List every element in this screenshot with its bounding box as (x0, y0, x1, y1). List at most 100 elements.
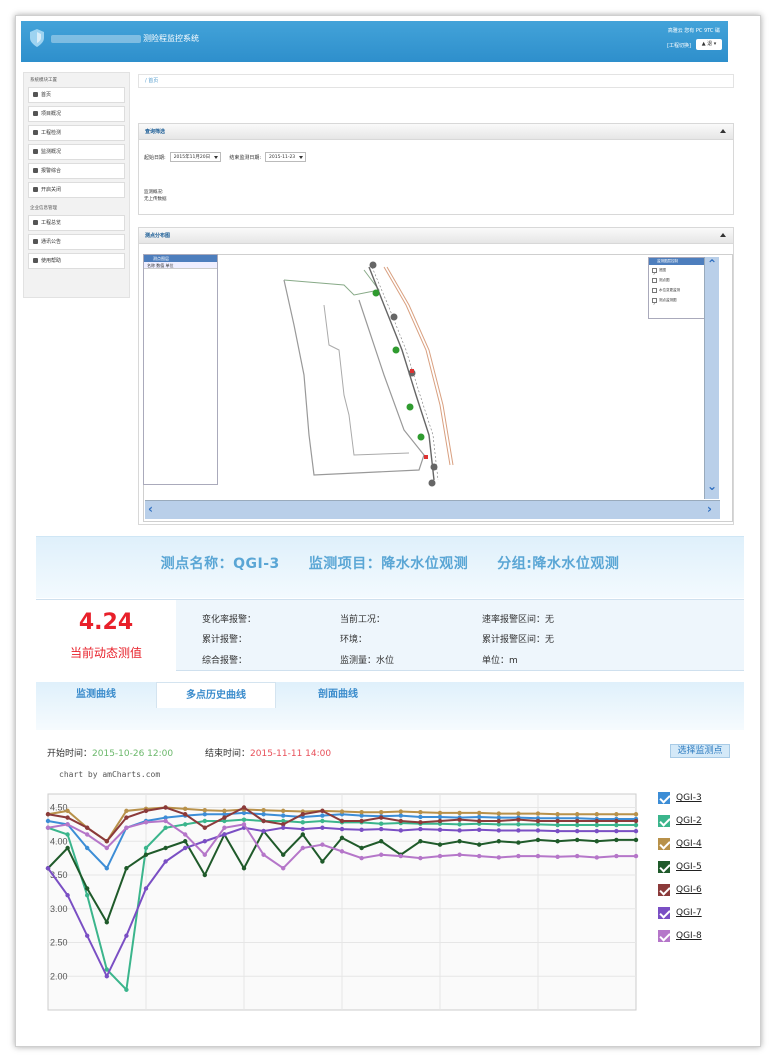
point-legend-title: 测点图层 (144, 255, 217, 262)
data-point (183, 832, 188, 837)
tab-monitor-curve[interactable]: 监测曲线 (36, 682, 156, 708)
data-point (183, 822, 188, 827)
history-line-chart[interactable]: 4.504.003.503.002.502.00 (36, 780, 652, 1024)
legend-label[interactable]: QGI-6 (676, 885, 702, 895)
layer-checkbox[interactable] (652, 287, 657, 293)
data-point (300, 812, 305, 817)
data-point (163, 825, 168, 830)
data-point (124, 987, 129, 992)
legend-item[interactable]: QGI-7 (658, 904, 738, 927)
data-point (575, 828, 580, 834)
data-point (359, 810, 364, 815)
data-point (575, 853, 580, 859)
legend-label[interactable]: QGI-5 (676, 862, 702, 872)
chart-credit[interactable]: chart by amCharts.com (59, 770, 160, 779)
sidebar-item-alarm[interactable]: 报警综合 (28, 163, 125, 179)
combined-alarm: 综合报警： (202, 656, 248, 666)
layer-checkbox[interactable]: ✓ (652, 297, 657, 306)
collapse-icon[interactable] (720, 233, 726, 237)
data-point (535, 853, 541, 859)
breadcrumb[interactable]: / 首页 (138, 74, 734, 88)
map-vertical-scrollbar[interactable]: ⌃ ⌄ (704, 257, 719, 499)
end-time: 结束时间：2015-11-11 14:00 (205, 749, 332, 759)
data-point (261, 818, 266, 824)
layer-row[interactable]: 水位变更监测 (649, 285, 704, 295)
data-point (398, 809, 403, 814)
legend-checkbox[interactable] (658, 884, 670, 896)
data-point (359, 818, 364, 824)
sidebar-item-home[interactable]: 首页 (28, 87, 125, 103)
scroll-down-icon[interactable]: ⌄ (707, 479, 717, 493)
legend-label[interactable]: QGI-4 (676, 839, 702, 849)
data-point (496, 818, 501, 824)
legend-label[interactable]: QGI-3 (676, 793, 702, 803)
site-drawing (283, 261, 454, 487)
sidebar-item-overview[interactable]: 项目概况 (28, 106, 125, 122)
data-point (398, 813, 403, 818)
scroll-left-icon[interactable]: ‹ (148, 502, 153, 516)
legend-item[interactable]: QGI-4 (658, 835, 738, 858)
layer-checkbox[interactable] (652, 277, 657, 283)
legend-checkbox[interactable] (658, 792, 670, 804)
end-date-label: 结束监测日期: (229, 155, 262, 161)
legend-checkbox[interactable] (658, 815, 670, 827)
legend-checkbox[interactable] (658, 907, 670, 919)
point-legend-columns: 名称 数值 单位 (144, 262, 217, 269)
data-point (143, 808, 149, 814)
legend-checkbox[interactable] (658, 930, 670, 942)
sidebar-item-help[interactable]: 使用帮助 (28, 253, 125, 269)
data-point (437, 853, 443, 859)
data-point (281, 866, 286, 871)
switch-project-link[interactable]: [工程切换] (667, 42, 691, 49)
select-points-button[interactable]: 选择监测点 (670, 744, 730, 758)
legend-checkbox[interactable] (658, 838, 670, 850)
sidebar-item-notice[interactable]: 通讯公告 (28, 234, 125, 250)
point-legend: 测点图层 名称 数值 单位 (143, 254, 218, 485)
data-point (398, 853, 403, 859)
end-date-select[interactable]: 2015-11-23 (265, 152, 307, 162)
user-menu-button[interactable]: ▲ 退 ▾ (696, 39, 722, 50)
legend-item[interactable]: QGI-6 (658, 881, 738, 904)
data-point (633, 818, 639, 824)
data-point (320, 842, 325, 847)
legend-item[interactable]: QGI-5 (658, 858, 738, 881)
data-point (379, 826, 384, 832)
data-point (359, 845, 364, 851)
scroll-up-icon[interactable]: ⌃ (707, 257, 717, 271)
tab-profile-curve[interactable]: 剖面曲线 (278, 682, 398, 708)
legend-label[interactable]: QGI-2 (676, 816, 702, 826)
legend-label[interactable]: QGI-7 (676, 908, 702, 918)
collapse-icon[interactable] (720, 129, 726, 133)
start-time: 开始时间：2015-10-26 12:00 (47, 749, 174, 759)
data-point (202, 839, 207, 844)
layer-row[interactable]: ✓底图 (649, 265, 704, 276)
tab-multipoint-history[interactable]: 多点历史曲线 (156, 682, 276, 708)
data-point (516, 853, 521, 859)
scroll-right-icon[interactable]: › (707, 502, 712, 516)
legend-item[interactable]: QGI-2 (658, 812, 738, 835)
data-point (594, 822, 599, 828)
data-point (516, 828, 521, 833)
layer-row[interactable]: ✓测点监测图 (649, 295, 704, 306)
legend-item[interactable]: QGI-3 (658, 789, 738, 812)
sidebar-item-projects[interactable]: 工程总览 (28, 215, 125, 231)
rate-alarm: 变化率报警： (202, 615, 257, 625)
data-point (477, 818, 482, 824)
map-canvas[interactable] (143, 254, 733, 522)
start-date-select[interactable]: 2015年11月20日 (169, 152, 222, 162)
data-point (300, 832, 305, 837)
sidebar-item-toggle[interactable]: 开启关闭 (28, 182, 125, 198)
legend-label[interactable]: QGI-8 (676, 931, 702, 941)
sidebar-item-monitor[interactable]: 监测概况 (28, 144, 125, 160)
map-horizontal-scrollbar[interactable]: ‹ › (145, 500, 720, 519)
sidebar-item-inspection[interactable]: 工程检测 (28, 125, 125, 141)
legend-checkbox[interactable] (658, 861, 670, 873)
layer-row[interactable]: 测点图 (649, 275, 704, 285)
data-point (202, 808, 207, 813)
data-point (183, 845, 188, 851)
chart-icon (33, 149, 38, 154)
data-point (457, 822, 462, 827)
sidebar-group-title: 系统模块工置 (30, 78, 57, 83)
legend-item[interactable]: QGI-8 (658, 927, 738, 950)
layer-checkbox[interactable]: ✓ (652, 267, 657, 276)
